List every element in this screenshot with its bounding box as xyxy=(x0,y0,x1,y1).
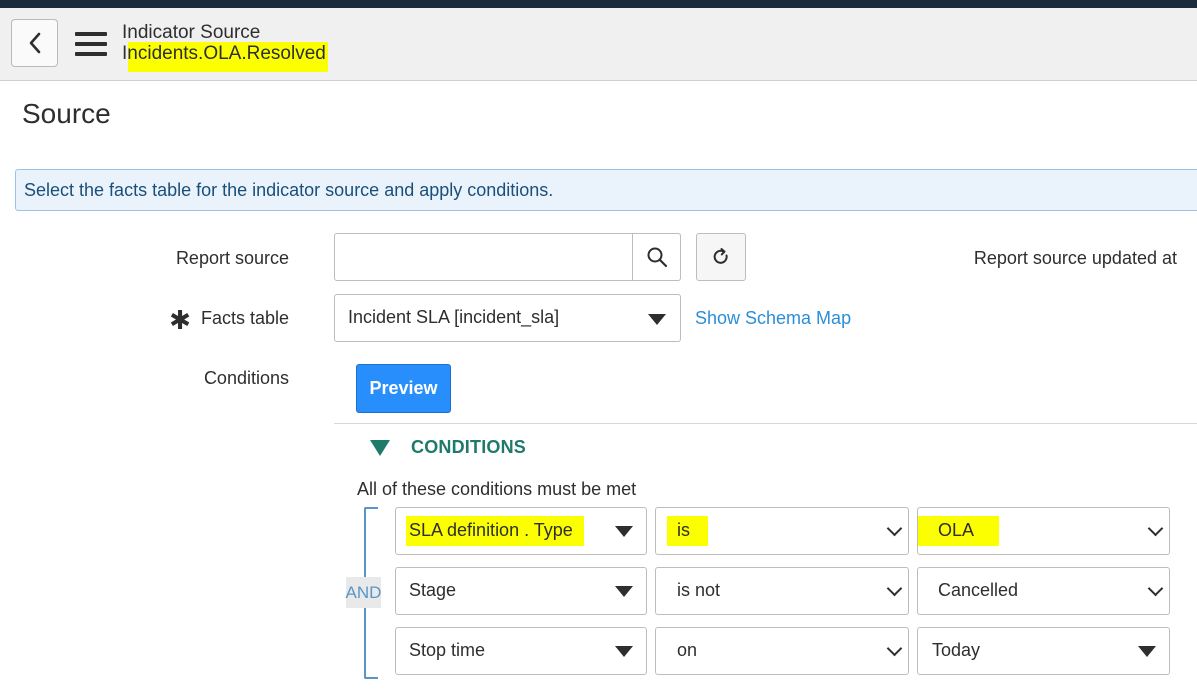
back-button[interactable] xyxy=(11,19,58,67)
condition-field-value: Stop time xyxy=(409,640,486,660)
condition-value-select[interactable]: Today xyxy=(917,627,1170,675)
conditions-label: Conditions xyxy=(203,368,289,388)
info-message-bar: Select the facts table for the indicator… xyxy=(15,169,1197,211)
section-title: Source xyxy=(22,98,111,129)
chevron-down-icon xyxy=(1147,580,1164,597)
top-accent-strip xyxy=(0,0,1197,8)
facts-table-label: Facts table xyxy=(200,308,289,328)
chevron-down-icon xyxy=(1147,520,1164,537)
condition-value-select[interactable]: Cancelled xyxy=(917,567,1170,615)
facts-table-select[interactable]: Incident SLA [incident_sla] xyxy=(334,294,681,342)
caret-down-icon xyxy=(1138,646,1156,657)
conditions-heading[interactable]: CONDITIONS xyxy=(411,437,526,458)
condition-operator-value: on xyxy=(677,640,698,660)
condition-value-select[interactable]: OLA xyxy=(917,507,1170,555)
caret-down-icon xyxy=(648,314,666,325)
report-source-search-button[interactable] xyxy=(632,233,681,281)
report-source-input[interactable] xyxy=(334,233,681,281)
info-message-text: Select the facts table for the indicator… xyxy=(24,180,554,200)
search-icon xyxy=(647,247,667,268)
chevron-left-icon xyxy=(29,32,40,54)
report-source-label: Report source xyxy=(175,248,289,268)
caret-down-icon xyxy=(615,646,633,657)
condition-operator-value: is xyxy=(677,520,690,540)
condition-field-value: SLA definition . Type xyxy=(409,520,573,540)
condition-field-select[interactable]: SLA definition . Type xyxy=(395,507,647,555)
and-operator-badge[interactable]: AND xyxy=(346,577,381,608)
chevron-down-icon xyxy=(886,580,903,597)
condition-field-value: Stage xyxy=(409,580,457,600)
condition-operator-select[interactable]: is not xyxy=(655,567,909,615)
show-schema-map-link[interactable]: Show Schema Map xyxy=(695,308,851,329)
caret-down-icon xyxy=(615,526,633,537)
conditions-divider xyxy=(334,423,1197,424)
form-header: Indicator Source Incidents.OLA.Resolved xyxy=(0,8,1197,81)
record-name: Incidents.OLA.Resolved xyxy=(122,43,326,64)
condition-operator-value: is not xyxy=(677,580,721,600)
facts-table-value: Incident SLA [incident_sla] xyxy=(348,307,560,327)
condition-field-select[interactable]: Stage xyxy=(395,567,647,615)
condition-operator-select[interactable]: is xyxy=(655,507,909,555)
caret-down-icon xyxy=(615,586,633,597)
required-marker-icon: ✱ xyxy=(169,305,191,335)
chevron-down-icon xyxy=(886,520,903,537)
refresh-icon xyxy=(713,248,728,264)
form-title: Indicator Source xyxy=(122,22,261,43)
chevron-down-icon xyxy=(886,640,903,657)
report-source-refresh-button[interactable] xyxy=(696,233,746,281)
condition-field-select[interactable]: Stop time xyxy=(395,627,647,675)
condition-value-value: Cancelled xyxy=(938,580,1019,600)
condition-value-value: OLA xyxy=(938,520,975,540)
preview-button[interactable]: Preview xyxy=(356,364,451,413)
conditions-description: All of these conditions must be met xyxy=(357,479,637,499)
condition-operator-select[interactable]: on xyxy=(655,627,909,675)
hamburger-menu-icon[interactable] xyxy=(75,32,107,56)
condition-value-value: Today xyxy=(932,640,981,660)
collapse-triangle-icon[interactable] xyxy=(370,440,390,456)
report-source-updated-label: Report source updated at xyxy=(973,248,1177,268)
